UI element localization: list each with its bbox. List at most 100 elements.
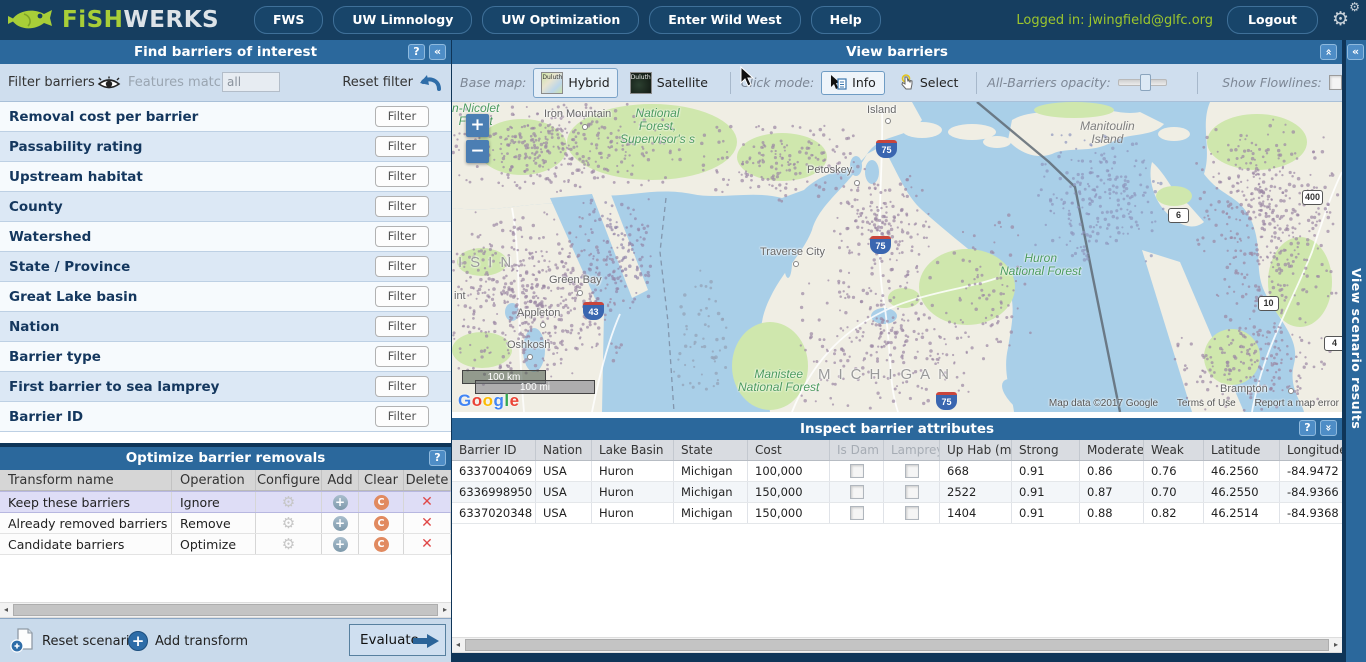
optimize-help-button[interactable]: ? — [429, 450, 446, 466]
filter-button-county[interactable]: Filter — [375, 196, 429, 217]
transform-row-candidate-barriers[interactable]: Candidate barriersOptimize⚙+C✕ — [0, 534, 451, 555]
nav-button-enter-wild-west[interactable]: Enter Wild West — [649, 6, 800, 34]
gear-icon[interactable]: ⚙ — [282, 537, 295, 552]
transform-row-keep-these-barriers[interactable]: Keep these barriersIgnore⚙+C✕ — [0, 491, 451, 513]
add-transform-icon[interactable]: + — [128, 631, 148, 651]
inspect-column-moderate[interactable]: Moderate — [1080, 440, 1144, 460]
reset-scenario-icon[interactable] — [10, 627, 36, 653]
checkbox-lamprey[interactable] — [905, 506, 919, 520]
cell-weak: 0.82 — [1144, 503, 1204, 523]
add-transform-button[interactable]: Add transform — [155, 634, 248, 649]
scroll-left-icon[interactable]: ◂ — [452, 638, 464, 652]
evaluate-button[interactable]: Evaluate — [349, 624, 446, 656]
logout-button[interactable]: Logout — [1227, 6, 1318, 34]
inspect-hscrollbar[interactable]: ◂ ▸ — [452, 637, 1342, 653]
filter-button-nation[interactable]: Filter — [375, 316, 429, 337]
view-barriers-title: View barriers — [846, 44, 948, 60]
filter-button-barrier-type[interactable]: Filter — [375, 346, 429, 367]
delete-icon[interactable]: ✕ — [421, 495, 433, 509]
features-matched-input[interactable] — [222, 72, 280, 92]
add-icon[interactable]: + — [333, 495, 348, 510]
filter-button-great-lake-basin[interactable]: Filter — [375, 286, 429, 307]
barrier-row-6336998950[interactable]: 6336998950USAHuronMichigan150,00025220.9… — [452, 482, 1342, 503]
view-scenario-results-strip[interactable]: « View scenario results — [1346, 40, 1366, 662]
gear-icon[interactable]: ⚙ — [282, 516, 295, 531]
cell-weak: 0.70 — [1144, 482, 1204, 502]
filter-button-removal-cost-per-barrier[interactable]: Filter — [375, 106, 429, 127]
inspect-column-up-hab-m[interactable]: Up Hab (m) — [940, 440, 1012, 460]
inspect-collapse-down-button[interactable]: « — [1320, 420, 1337, 436]
delete-icon[interactable]: ✕ — [421, 537, 433, 551]
terms-of-use-link[interactable]: Terms of Use — [1177, 398, 1236, 409]
delete-icon[interactable]: ✕ — [421, 516, 433, 530]
add-icon[interactable]: + — [333, 537, 348, 552]
inspect-column-lamprey[interactable]: Lamprey — [884, 440, 940, 460]
optimize-hscrollbar[interactable]: ◂ ▸ — [0, 602, 451, 618]
inspect-help-button[interactable]: ? — [1299, 420, 1316, 436]
inspect-column-nation[interactable]: Nation — [536, 440, 592, 460]
clear-icon[interactable]: C — [374, 537, 389, 552]
undo-arrow-icon[interactable] — [417, 71, 443, 95]
inspect-column-is-dam[interactable]: Is Dam — [830, 440, 884, 460]
map-zoom-in-button[interactable]: + — [466, 114, 489, 137]
reset-scenario-button[interactable]: Reset scenario — [42, 634, 137, 649]
checkbox-lamprey[interactable] — [905, 464, 919, 478]
inspect-column-longitude[interactable]: Longitude — [1280, 440, 1342, 460]
view-collapse-up-button[interactable]: « — [1320, 44, 1337, 60]
filter-button-first-barrier-to-sea-lamprey[interactable]: Filter — [375, 376, 429, 397]
scroll-left-icon[interactable]: ◂ — [0, 603, 12, 617]
inspect-column-weak[interactable]: Weak — [1144, 440, 1204, 460]
barrier-row-6337020348[interactable]: 6337020348USAHuronMichigan150,00014040.9… — [452, 503, 1342, 524]
cell-cost: 100,000 — [748, 461, 830, 481]
checkbox-lamprey[interactable] — [905, 485, 919, 499]
basemap-hybrid-button[interactable]: Duluth Hybrid — [533, 68, 617, 98]
reset-filter-label[interactable]: Reset filter — [342, 75, 413, 90]
settings-gear-icon[interactable]: ⚙⚙ — [1330, 6, 1358, 34]
filter-button-state-province[interactable]: Filter — [375, 256, 429, 277]
inspect-column-state[interactable]: State — [674, 440, 748, 460]
gear-icon[interactable]: ⚙ — [282, 495, 295, 510]
eye-icon[interactable] — [97, 76, 121, 91]
opacity-slider[interactable] — [1118, 79, 1168, 86]
find-collapse-button[interactable]: « — [429, 44, 446, 60]
inspect-column-lake-basin[interactable]: Lake Basin — [592, 440, 674, 460]
transform-name: Keep these barriers — [0, 492, 172, 512]
nav-button-help[interactable]: Help — [811, 6, 881, 34]
clear-icon[interactable]: C — [374, 495, 389, 510]
scroll-right-icon[interactable]: ▸ — [439, 603, 451, 617]
report-error-link[interactable]: Report a map error — [1255, 398, 1339, 409]
filter-button-watershed[interactable]: Filter — [375, 226, 429, 247]
inspect-column-strong[interactable]: Strong — [1012, 440, 1080, 460]
scroll-right-icon[interactable]: ▸ — [1330, 638, 1342, 652]
google-letter: e — [510, 391, 520, 410]
checkbox-is-dam[interactable] — [850, 506, 864, 520]
slider-thumb[interactable] — [1140, 74, 1151, 91]
filter-button-barrier-id[interactable]: Filter — [375, 406, 429, 427]
filter-button-passability-rating[interactable]: Filter — [375, 136, 429, 157]
scrollbar-thumb[interactable] — [465, 639, 1329, 651]
show-flowlines-checkbox[interactable] — [1329, 75, 1342, 90]
barrier-row-6337004069[interactable]: 6337004069USAHuronMichigan100,0006680.91… — [452, 461, 1342, 482]
filter-button-upstream-habitat[interactable]: Filter — [375, 166, 429, 187]
add-icon[interactable]: + — [333, 516, 348, 531]
map-canvas[interactable]: Iron MountainIslandPetoskeyTraverse City… — [452, 102, 1342, 412]
nav-button-uw-limnology[interactable]: UW Limnology — [333, 6, 472, 34]
checkbox-is-dam[interactable] — [850, 485, 864, 499]
checkbox-is-dam[interactable] — [850, 464, 864, 478]
transform-row-already-removed-barriers[interactable]: Already removed barriersRemove⚙+C✕ — [0, 513, 451, 534]
cell-lamprey — [884, 503, 940, 523]
cell-is-dam — [830, 461, 884, 481]
click-mode-select-button[interactable]: Select — [891, 71, 967, 95]
scrollbar-thumb[interactable] — [13, 604, 438, 616]
find-help-button[interactable]: ? — [408, 44, 425, 60]
nav-button-fws[interactable]: FWS — [254, 6, 323, 34]
inspect-column-latitude[interactable]: Latitude — [1204, 440, 1280, 460]
results-collapse-button[interactable]: « — [1347, 44, 1364, 60]
clear-icon[interactable]: C — [374, 516, 389, 531]
inspect-column-cost[interactable]: Cost — [748, 440, 830, 460]
map-zoom-out-button[interactable]: − — [466, 140, 489, 163]
inspect-column-barrier-id[interactable]: Barrier ID — [452, 440, 536, 460]
click-mode-info-button[interactable]: Info — [821, 71, 885, 95]
basemap-satellite-button[interactable]: Duluth Satellite — [622, 68, 716, 98]
nav-button-uw-optimization[interactable]: UW Optimization — [482, 6, 639, 34]
